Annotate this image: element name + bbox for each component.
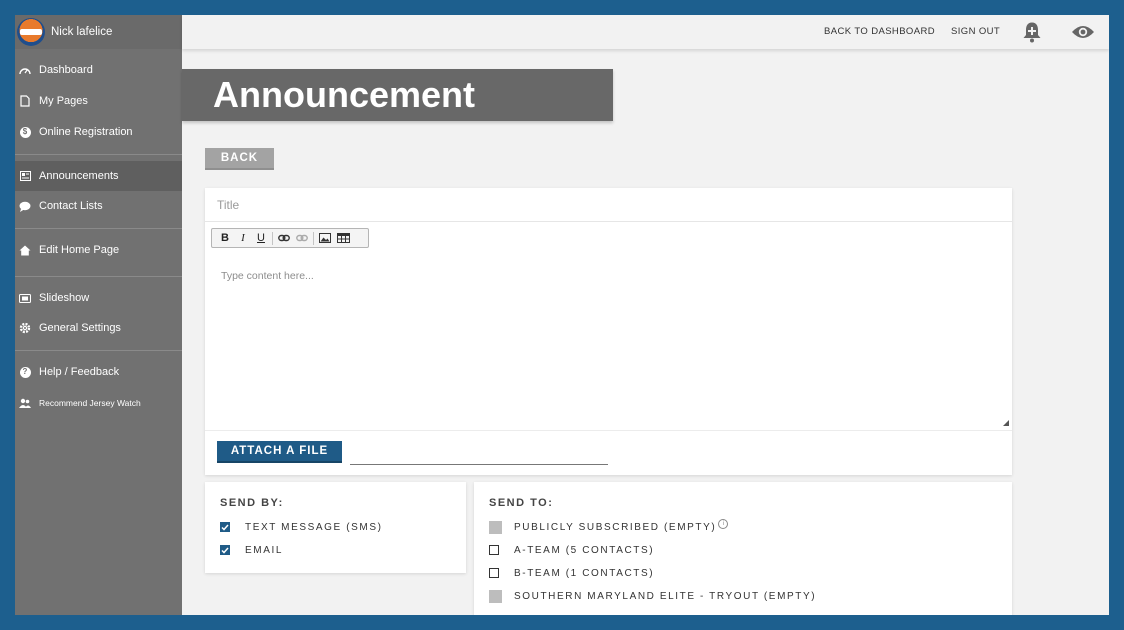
send-to-b-team[interactable]: B-TEAM (1 CONTACTS) — [489, 566, 654, 580]
sidebar-item-recommend-jersey-watch[interactable]: Recommend Jersey Watch — [15, 388, 182, 418]
send-by-email-option[interactable]: EMAIL — [220, 543, 283, 557]
sidebar-item-label: Dashboard — [39, 64, 93, 76]
info-icon[interactable]: i — [718, 519, 729, 529]
user-profile[interactable]: Nick lafelice — [15, 15, 182, 49]
dollar-icon: $ — [19, 126, 31, 138]
image-icon[interactable] — [316, 230, 334, 246]
question-icon: ? — [19, 366, 31, 378]
option-label: SOUTHERN MARYLAND ELITE - TRYOUT (EMPTY) — [514, 590, 817, 602]
sidebar-item-label: Slideshow — [39, 292, 90, 304]
checkbox-checked[interactable] — [220, 545, 230, 555]
speedometer-icon — [19, 64, 31, 76]
sidebar-item-label: Edit Home Page — [39, 244, 120, 256]
user-name: Nick lafelice — [51, 26, 113, 38]
resize-handle-icon[interactable] — [1003, 420, 1009, 426]
newspaper-icon — [19, 170, 31, 182]
send-to-southern-maryland-elite[interactable]: SOUTHERN MARYLAND ELITE - TRYOUT (EMPTY) — [489, 589, 816, 603]
send-by-card: SEND BY: TEXT MESSAGE (SMS) EMAIL — [205, 482, 466, 573]
page-icon — [19, 95, 31, 107]
toolbar-separator — [313, 231, 314, 245]
top-bar: BACK TO DASHBOARD SIGN OUT — [182, 15, 1109, 49]
sidebar-item-my-pages[interactable]: My Pages — [15, 86, 182, 116]
checkbox-unchecked[interactable] — [489, 568, 499, 578]
bold-icon[interactable]: B — [216, 230, 234, 246]
app-window: Nick lafelice Dashboard My Pages $ Onlin… — [15, 15, 1109, 615]
announcement-editor-card: B I U Type content here... ATTACH A FILE — [205, 188, 1012, 475]
send-to-publicly-subscribed[interactable]: PUBLICLY SUBSCRIBED (EMPTY) i — [489, 519, 729, 534]
send-by-sms-option[interactable]: TEXT MESSAGE (SMS) — [220, 520, 383, 534]
formatting-toolbar: B I U — [211, 228, 369, 248]
checkbox-disabled — [489, 589, 502, 603]
chat-bubble-icon — [19, 200, 31, 212]
content-placeholder: Type content here... — [221, 270, 314, 282]
sidebar-divider — [15, 154, 182, 155]
sidebar-item-label: My Pages — [39, 95, 88, 107]
eye-icon[interactable] — [1071, 24, 1095, 45]
option-label: TEXT MESSAGE (SMS) — [245, 521, 383, 533]
attach-file-button[interactable]: ATTACH A FILE — [217, 441, 342, 463]
sidebar-item-contact-lists[interactable]: Contact Lists — [15, 191, 182, 221]
option-label: EMAIL — [245, 544, 284, 556]
option-label: A-TEAM (5 CONTACTS) — [514, 544, 655, 556]
sidebar-item-label: Help / Feedback — [39, 366, 120, 378]
sidebar-item-label: Online Registration — [39, 126, 133, 138]
sidebar-item-label: General Settings — [39, 322, 121, 334]
table-icon[interactable] — [334, 230, 352, 246]
sidebar-divider — [15, 350, 182, 351]
sidebar-item-label: Announcements — [39, 170, 119, 182]
title-input[interactable] — [205, 188, 1012, 222]
sign-out-link[interactable]: SIGN OUT — [951, 26, 1000, 37]
gear-icon — [19, 322, 31, 334]
sidebar-item-online-registration[interactable]: $ Online Registration — [15, 117, 182, 147]
file-name-field[interactable] — [350, 464, 608, 465]
send-to-a-team[interactable]: A-TEAM (5 CONTACTS) — [489, 543, 654, 557]
send-by-heading: SEND BY: — [220, 497, 284, 509]
option-label: PUBLICLY SUBSCRIBED (EMPTY) — [514, 521, 717, 533]
home-icon — [19, 244, 31, 256]
checkbox-unchecked[interactable] — [489, 545, 499, 555]
bell-add-icon[interactable] — [1022, 21, 1042, 48]
sidebar: Nick lafelice Dashboard My Pages $ Onlin… — [15, 15, 182, 615]
content-editor[interactable]: Type content here... — [205, 254, 1012, 430]
editor-divider — [205, 430, 1012, 431]
sidebar-divider — [15, 276, 182, 277]
sidebar-item-general-settings[interactable]: General Settings — [15, 313, 182, 343]
option-label: B-TEAM (1 CONTACTS) — [514, 567, 655, 579]
people-icon — [19, 397, 31, 409]
checkbox-checked[interactable] — [220, 522, 230, 532]
sidebar-item-label: Recommend Jersey Watch — [39, 398, 141, 408]
back-button[interactable]: BACK — [205, 148, 274, 170]
page-title: Announcement — [182, 69, 613, 121]
sidebar-item-announcements[interactable]: Announcements — [15, 161, 182, 191]
italic-icon[interactable]: I — [234, 230, 252, 246]
back-to-dashboard-link[interactable]: BACK TO DASHBOARD — [824, 26, 935, 37]
unlink-icon[interactable] — [293, 230, 311, 246]
send-to-heading: SEND TO: — [489, 497, 554, 509]
sidebar-item-edit-home-page[interactable]: Edit Home Page — [15, 235, 182, 265]
sidebar-item-label: Contact Lists — [39, 200, 103, 212]
link-icon[interactable] — [275, 230, 293, 246]
sidebar-item-slideshow[interactable]: Slideshow — [15, 283, 182, 313]
checkbox-disabled — [489, 520, 502, 534]
sidebar-item-help-feedback[interactable]: ? Help / Feedback — [15, 357, 182, 387]
sidebar-divider — [15, 228, 182, 229]
slideshow-icon — [19, 292, 31, 304]
send-to-card: SEND TO: PUBLICLY SUBSCRIBED (EMPTY) i A… — [474, 482, 1012, 615]
sidebar-item-dashboard[interactable]: Dashboard — [15, 55, 182, 85]
toolbar-separator — [272, 231, 273, 245]
team-logo-icon — [17, 18, 45, 46]
underline-icon[interactable]: U — [252, 230, 270, 246]
